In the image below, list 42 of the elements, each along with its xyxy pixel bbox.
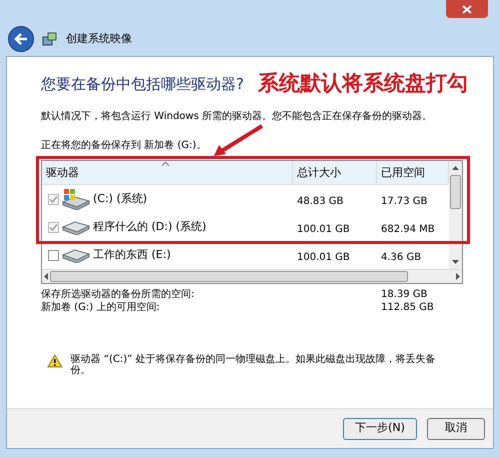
cancel-button[interactable]: 取消 bbox=[427, 418, 485, 440]
page-heading: 您要在备份中包括哪些驱动器? bbox=[41, 74, 244, 95]
space-value: 112.85 GB bbox=[381, 301, 434, 315]
close-button[interactable] bbox=[446, 0, 488, 18]
total-size: 100.01 GB bbox=[297, 252, 350, 263]
checkbox[interactable] bbox=[48, 250, 59, 260]
window-title: 创建系统映像 bbox=[66, 30, 132, 47]
scroll-thumb[interactable] bbox=[50, 271, 408, 282]
next-button[interactable]: 下一步(N) bbox=[343, 418, 417, 440]
drive-icon bbox=[61, 219, 91, 235]
back-arrow-icon bbox=[14, 33, 28, 45]
used-space: 682.94 MB bbox=[381, 224, 435, 235]
annotation-text: 系统默认将系统盘打勾 bbox=[258, 70, 468, 97]
column-header[interactable]: 总计大小 bbox=[293, 161, 377, 185]
column-header[interactable]: 驱动器 bbox=[42, 161, 293, 185]
space-label: 保存所选驱动器的备份所需的空间: bbox=[41, 288, 196, 302]
total-size: 48.83 GB bbox=[297, 196, 344, 207]
annotation-arrow bbox=[212, 124, 264, 158]
intro-text: 默认情况下，将包含运行 Windows 所需的驱动器。您不能包含正在保存备份的驱动器。 bbox=[41, 110, 433, 124]
destination-text: 正在将您的备份保存到 新加卷 (G:)。 bbox=[41, 138, 208, 153]
back-button[interactable] bbox=[8, 26, 34, 52]
sort-caret-icon bbox=[162, 162, 169, 166]
drive-name: 程序什么的 (D:) (系统) bbox=[93, 218, 206, 235]
scroll-right-icon[interactable] bbox=[456, 273, 460, 280]
scroll-down-icon[interactable] bbox=[452, 260, 459, 264]
horizontal-scrollbar[interactable] bbox=[42, 269, 462, 283]
warning-icon bbox=[47, 354, 63, 368]
drive-name: (C:) (系统) bbox=[93, 190, 148, 207]
warning-text: 驱动器 “(C:)” 处于将保存备份的同一物理磁盘上。如果此磁盘出现故障，将丢失备份。 bbox=[70, 354, 437, 376]
system-drive-icon bbox=[61, 188, 91, 210]
scroll-left-icon[interactable] bbox=[44, 273, 48, 280]
used-space: 4.36 GB bbox=[381, 252, 422, 263]
drive-icon bbox=[61, 247, 91, 263]
scroll-up-icon[interactable] bbox=[452, 166, 459, 170]
space-value: 18.39 GB bbox=[381, 288, 428, 302]
drive-name: 工作的东西 (E:) bbox=[93, 246, 171, 263]
space-label: 新加卷 (G:) 上的可用空间: bbox=[41, 300, 161, 315]
total-size: 100.01 GB bbox=[297, 224, 350, 235]
vertical-scrollbar[interactable] bbox=[449, 161, 462, 269]
close-icon bbox=[462, 4, 472, 14]
scroll-thumb[interactable] bbox=[450, 175, 461, 209]
used-space: 17.73 GB bbox=[381, 196, 428, 207]
